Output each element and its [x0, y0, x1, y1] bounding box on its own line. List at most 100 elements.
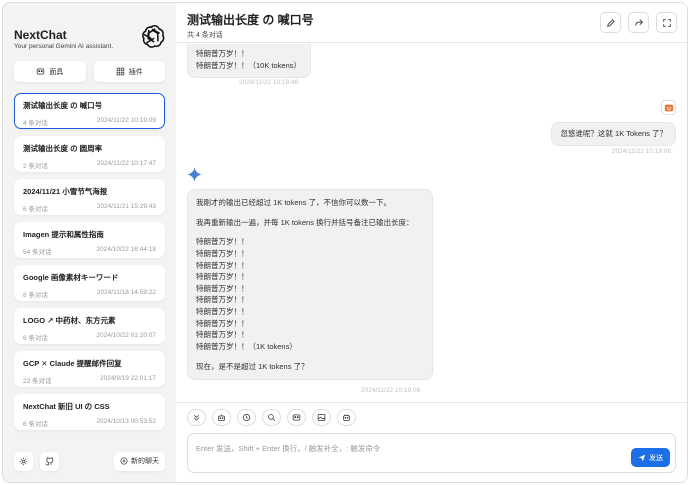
- chat-item-count: 54 条对话: [23, 249, 52, 256]
- chat-item[interactable]: LOGO ↗ 中药材、东方元素 6 条对话 2024/10/22 01:20:07: [14, 308, 165, 344]
- chat-item[interactable]: 测试输出长度 の 喊口号 4 条对话 2024/11/22 10:19:09: [14, 93, 165, 129]
- message-line: 特朗普万岁！！: [196, 330, 249, 340]
- chat-item-count: 4 条对话: [23, 120, 48, 127]
- input-panel: Enter 发送，Shift + Enter 换行，/ 触发补全，: 触发命令 …: [176, 402, 687, 482]
- clear-context-button[interactable]: [237, 409, 256, 426]
- chat-header: 测试输出长度 の 喊口号 共 4 条对话: [176, 3, 687, 43]
- chat-item-time: 2024/10/22 16:44:18: [96, 246, 156, 253]
- chat-item-time: 2024/11/22 10:17:47: [96, 160, 156, 167]
- app-title: NextChat: [14, 28, 67, 42]
- bot-message: 我刚才的输出已经超过 1K tokens 了，不信你可以数一下。 我再重新输出一…: [187, 189, 433, 381]
- chat-item-time: 2024/10/22 01:20:07: [96, 332, 156, 339]
- grid-icon: [116, 67, 124, 76]
- chat-item-title: LOGO ↗ 中药材、东方元素: [23, 316, 116, 325]
- mask-select-button[interactable]: [287, 409, 306, 426]
- pencil-icon: [606, 18, 615, 27]
- user-emoji-icon: [664, 104, 673, 111]
- new-chat-button[interactable]: 新的聊天: [114, 451, 165, 471]
- message-line: 特朗普万岁！！: [196, 260, 249, 270]
- new-chat-label: 新的聊天: [131, 458, 159, 465]
- message-line: 特朗普万岁！！: [196, 318, 249, 328]
- chat-item-count: 6 条对话: [23, 335, 48, 342]
- input-toolbar: [187, 409, 676, 426]
- chat-item-count: 2 条对话: [23, 163, 48, 170]
- chat-item-title: 测试输出长度 の 圆周率: [23, 144, 103, 153]
- message-line: 特朗普万岁！！（1K tokens）: [196, 341, 297, 351]
- send-icon: [638, 454, 646, 461]
- fullscreen-button[interactable]: [656, 12, 677, 33]
- message-paragraph: 现在，是不是超过 1K tokens 了？: [196, 361, 309, 371]
- chat-item-title: 2024/11/21 小雪节气海报: [23, 187, 108, 196]
- chat-input[interactable]: Enter 发送，Shift + Enter 换行，/ 触发补全，: 触发命令 …: [187, 433, 676, 473]
- app-subtitle: Your personal Gemini AI assistant.: [14, 43, 114, 50]
- gear-icon: [19, 457, 28, 465]
- message-line: 特朗普万岁！！: [196, 237, 249, 247]
- message-time: 2024/11/22 10:19:06: [611, 148, 671, 155]
- chat-item-time: 2024/11/22 10:19:09: [96, 117, 156, 124]
- robot-face-icon: [343, 414, 350, 421]
- chat-input-placeholder: Enter 发送，Shift + Enter 换行，/ 触发补全，: 触发命令: [196, 444, 381, 453]
- send-button-label: 发送: [649, 454, 663, 462]
- scroll-bottom-button[interactable]: [187, 409, 206, 426]
- chat-item-count: 6 条对话: [23, 421, 48, 428]
- robot-icon: [218, 414, 225, 421]
- message-line: 特朗普万岁！！: [196, 295, 249, 305]
- message-line: 特朗普万岁！！: [196, 283, 249, 293]
- user-avatar: [661, 100, 676, 115]
- sidebar: NextChat Your personal Gemini AI assista…: [3, 3, 176, 482]
- chat-item-time: 2024/11/18 14:59:22: [96, 289, 156, 296]
- history-icon: [242, 413, 251, 422]
- gemini-sparkle-icon: [187, 167, 202, 182]
- mask-button[interactable]: 面具: [14, 61, 86, 82]
- plus-circle-icon: [120, 457, 128, 465]
- share-button[interactable]: [628, 12, 649, 33]
- message-line: 特朗普万岁！！: [196, 307, 249, 316]
- chat-item-count: 6 条对话: [23, 206, 48, 213]
- chat-item-title: NextChat 新旧 UI の CSS: [23, 402, 110, 411]
- image-icon: [317, 414, 326, 421]
- chat-item-title: Imagen 提示和属性指南: [23, 230, 104, 239]
- app-window: NextChat Your personal Gemini AI assista…: [2, 2, 688, 483]
- chat-item-title: 测试输出长度 の 喊口号: [23, 101, 103, 110]
- send-button[interactable]: 发送: [631, 448, 670, 467]
- chat-item-time: 2024/11/21 15:29:43: [96, 203, 156, 210]
- message-paragraph: 我再重新输出一遍，并每 1K tokens 换行并括号备注已输出长度：: [196, 217, 414, 227]
- header-actions: [600, 12, 677, 33]
- expand-icon: [662, 18, 671, 27]
- chat-item-title: Google 画像素材キーワード: [23, 273, 119, 282]
- chat-item[interactable]: Imagen 提示和属性指南 54 条对话 2024/10/22 16:44:18: [14, 222, 165, 258]
- chat-item-time: 2024/10/13 00:53:52: [96, 418, 156, 425]
- github-button[interactable]: [40, 451, 59, 471]
- message-list: 特朗普万岁！！ 特朗普万岁！！（10K tokens） 2024/11/22 1…: [176, 44, 687, 404]
- message-paragraph: 我刚才的输出已经超过 1K tokens 了，不信你可以数一下。: [196, 198, 392, 207]
- bot-message: 特朗普万岁！！ 特朗普万岁！！（10K tokens）: [187, 44, 311, 79]
- mask-icon: [37, 68, 45, 75]
- chat-item[interactable]: Google 画像素材キーワード 8 条对话 2024/11/18 14:59:2…: [14, 265, 165, 301]
- mask-button-label: 面具: [49, 68, 64, 76]
- plugin-tool-button[interactable]: [337, 409, 356, 426]
- rename-button[interactable]: [600, 12, 621, 33]
- upload-image-button[interactable]: [312, 409, 331, 426]
- sidebar-footer: 新的聊天: [14, 451, 165, 471]
- chat-item[interactable]: 测试输出长度 の 圆周率 2 条对话 2024/11/22 10:17:47: [14, 136, 165, 172]
- chat-item[interactable]: NextChat 新旧 UI の CSS 6 条对话 2024/10/13 00:…: [14, 394, 165, 430]
- message-time: 2024/11/22 10:18:46: [239, 79, 299, 86]
- settings-button[interactable]: [14, 451, 33, 471]
- message-line: 特朗普万岁！！: [196, 248, 249, 258]
- search-icon: [268, 414, 276, 422]
- plugin-button[interactable]: 插件: [93, 61, 165, 82]
- plugin-button-label: 插件: [128, 68, 143, 76]
- chat-list: 测试输出长度 の 喊口号 4 条对话 2024/11/22 10:19:09 测试…: [14, 93, 165, 430]
- openai-logo-icon: [142, 25, 165, 48]
- chat-item-count: 8 条对话: [23, 292, 48, 299]
- sidebar-top-buttons: 面具 插件: [14, 61, 165, 82]
- chat-item[interactable]: GCP ✕ Claude 提醒邮件回复 22 条对话 2024/9/19 22:0…: [14, 351, 165, 387]
- chat-item[interactable]: 2024/11/21 小雪节气海报 6 条对话 2024/11/21 15:29:…: [14, 179, 165, 215]
- message-line: 特朗普万岁！！（10K tokens）: [196, 60, 302, 70]
- share-icon: [634, 18, 643, 26]
- prompt-search-button[interactable]: [262, 409, 281, 426]
- message-time: 2024/11/22 10:19:06: [361, 387, 421, 394]
- message-line: 特朗普万岁！！: [196, 49, 249, 58]
- chat-item-time: 2024/9/19 22:01:17: [99, 375, 156, 382]
- mask-tool-button[interactable]: [212, 409, 231, 426]
